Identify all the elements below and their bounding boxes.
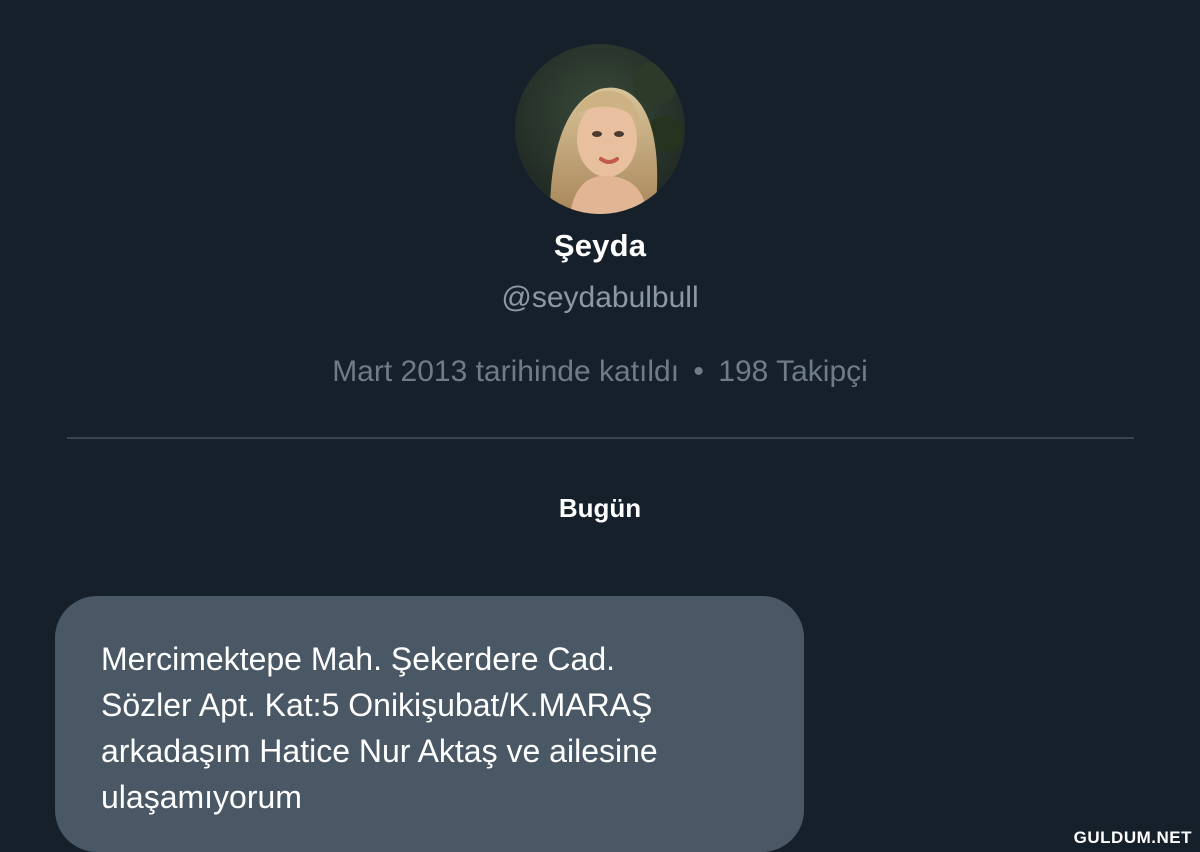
message-text: Mercimektepe Mah. Şekerdere Cad. Sözler …: [101, 641, 658, 815]
user-handle: @seydabulbull: [501, 281, 699, 314]
joined-date: Mart 2013 tarihinde katıldı: [332, 355, 680, 388]
profile-meta: Mart 2013 tarihinde katıldı • 198 Takipç…: [0, 355, 1200, 389]
watermark: GULDUM.NET: [1073, 828, 1192, 847]
followers-count[interactable]: 198 Takipçi: [718, 355, 868, 388]
avatar-photo: [515, 44, 685, 214]
display-name: Şeyda: [553, 228, 647, 263]
avatar[interactable]: [515, 44, 685, 214]
day-separator: Bugün: [558, 493, 642, 523]
divider: [67, 437, 1134, 439]
meta-separator: •: [693, 355, 704, 388]
